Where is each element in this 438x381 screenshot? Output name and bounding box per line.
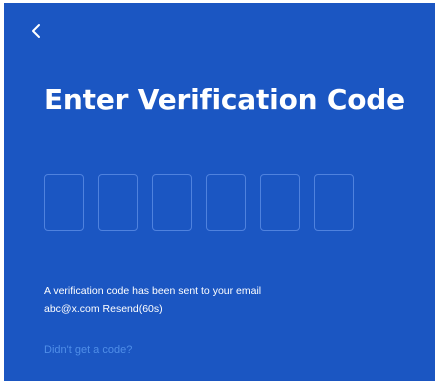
code-input-group <box>44 174 354 231</box>
verification-screen: Enter Verification Code A verification c… <box>4 3 435 381</box>
email-line: abc@x.com Resend(60s) <box>44 300 261 318</box>
code-digit-3[interactable] <box>152 174 192 231</box>
code-digit-5[interactable] <box>260 174 300 231</box>
code-digit-4[interactable] <box>206 174 246 231</box>
code-digit-6[interactable] <box>314 174 354 231</box>
code-digit-2[interactable] <box>98 174 138 231</box>
didnt-get-code-link[interactable]: Didn't get a code? <box>44 344 132 356</box>
email-address: abc@x.com <box>44 303 100 315</box>
chevron-left-icon <box>32 24 40 38</box>
code-digit-1[interactable] <box>44 174 84 231</box>
sent-message: A verification code has been sent to you… <box>44 285 262 297</box>
resend-button[interactable]: Resend(60s) <box>103 303 163 315</box>
back-button[interactable] <box>26 19 46 43</box>
verification-info: A verification code has been sent to you… <box>44 282 261 318</box>
page-title: Enter Verification Code <box>44 83 405 116</box>
